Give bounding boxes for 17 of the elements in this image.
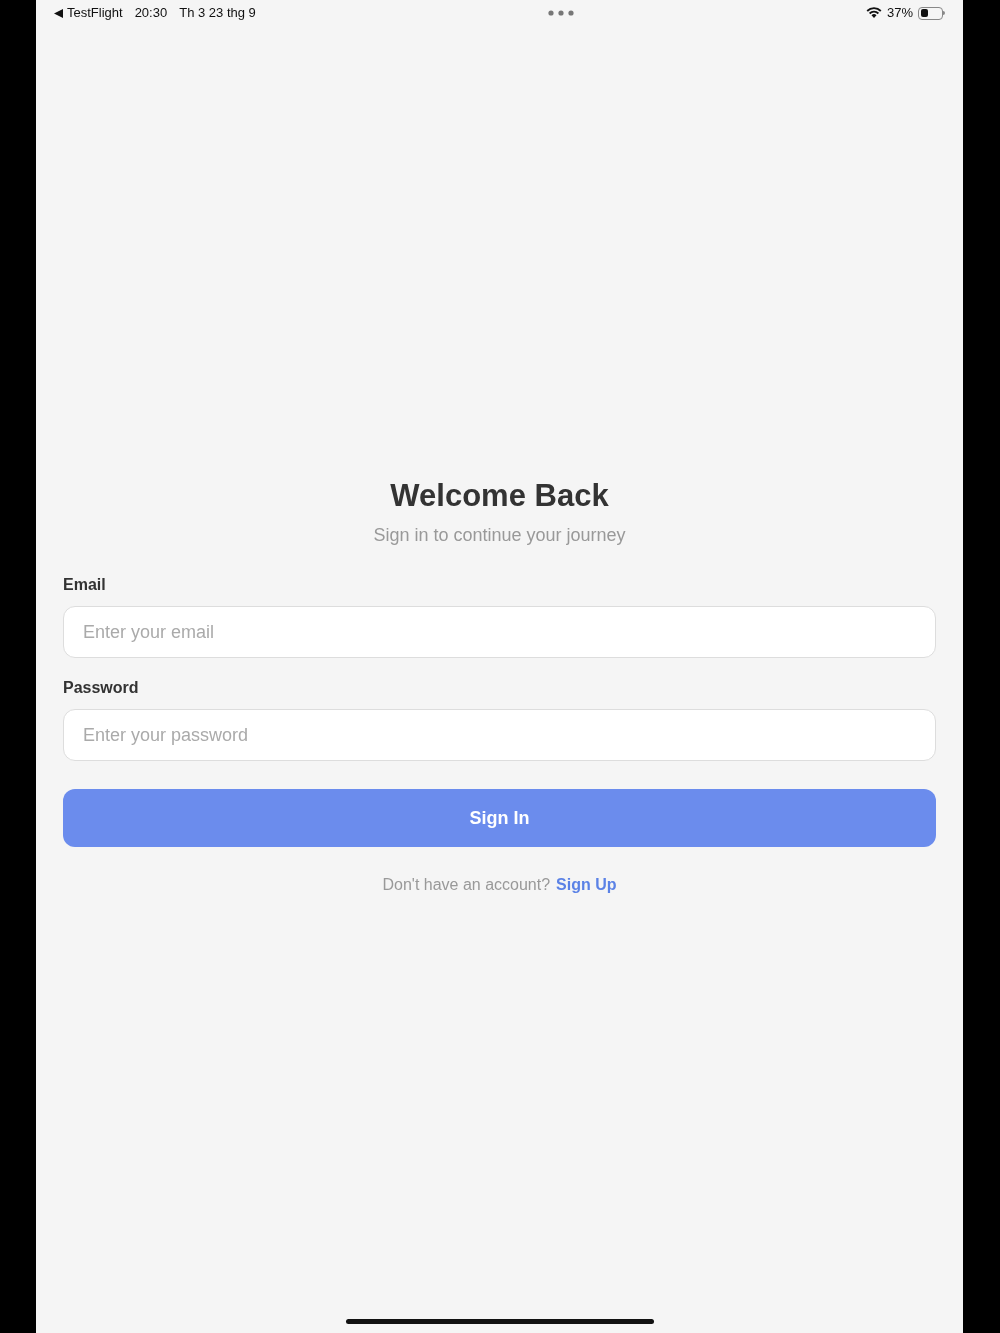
wifi-icon [865,7,882,19]
back-link[interactable]: TestFlight [54,3,123,23]
more-dots-icon[interactable] [547,10,574,16]
text-field[interactable]: Enter your email [63,606,936,658]
back-triangle-icon [54,8,63,18]
status-time: 20:30 [134,4,168,23]
field-label: Password [63,678,140,698]
battery-icon [918,6,945,20]
welcome-title: Welcome Back [390,477,609,515]
field-label: Email [63,575,107,595]
status-date: Th 3 23 thg 9 [179,4,256,23]
sign-in-button[interactable]: Sign In [63,789,936,847]
battery-percent: 37% [886,4,913,23]
signup-prompt: Don't have an account? [382,875,551,895]
welcome-subtitle: Sign in to continue your journey [373,524,626,547]
text-field[interactable]: Enter your password [63,709,936,761]
sign-up-link[interactable]: Sign Up [556,873,617,897]
